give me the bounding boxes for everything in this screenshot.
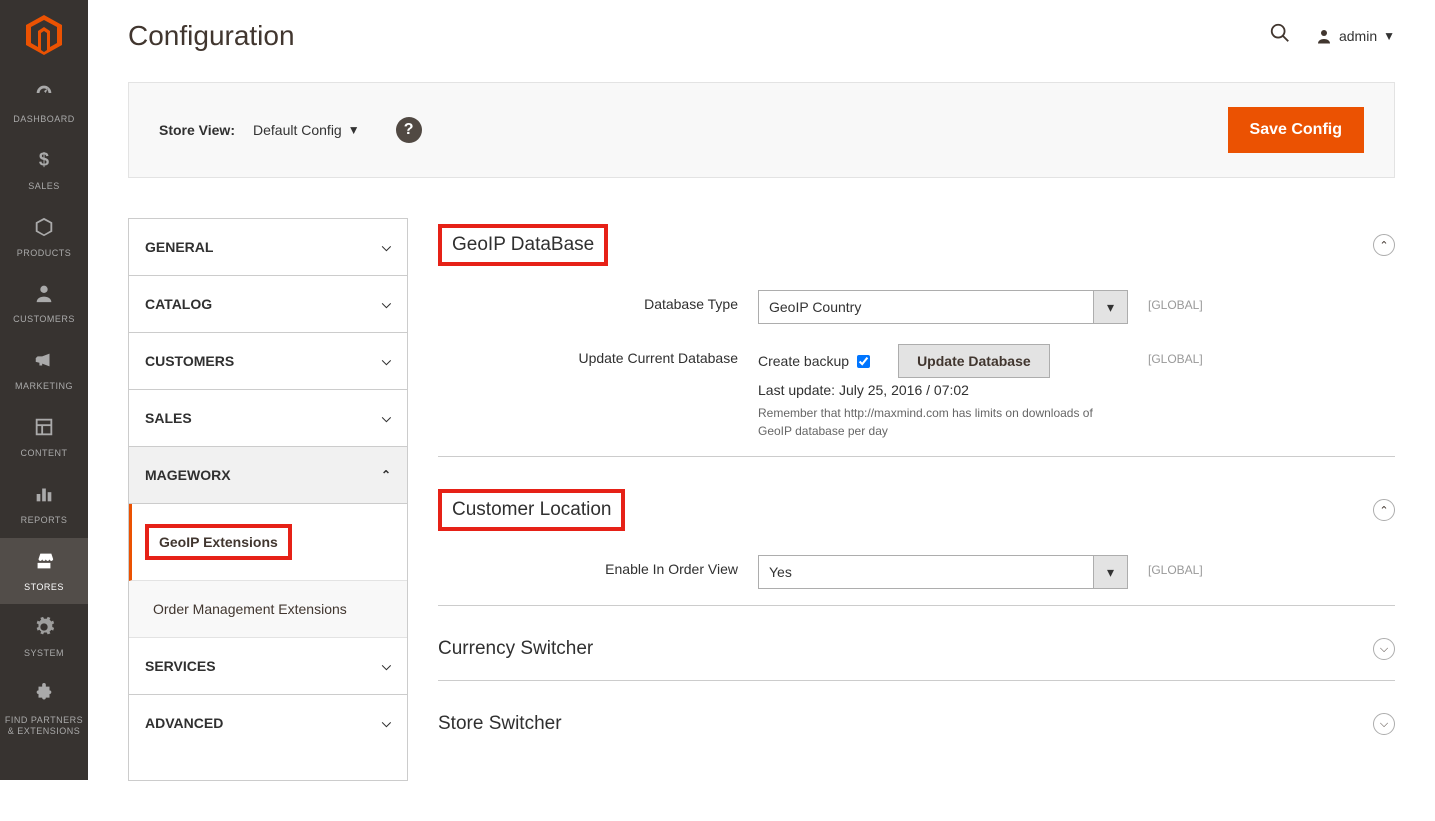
checkbox-create-backup[interactable]: [857, 355, 870, 368]
chevron-down-icon: ⌵: [382, 354, 391, 369]
sidebar-item-system[interactable]: SYSTEM: [0, 604, 88, 671]
chevron-down-icon: ⌵: [382, 716, 391, 731]
select-enable-order[interactable]: Yes ▾: [758, 555, 1128, 589]
store-view-value: Default Config: [253, 122, 342, 138]
scope-global: [GLOBAL]: [1148, 344, 1203, 366]
sidebar-item-content[interactable]: CONTENT: [0, 404, 88, 471]
section-store-switcher: Store Switcher ⌵: [438, 707, 1395, 755]
chevron-down-icon: ▼: [348, 123, 360, 137]
sidebar-item-marketing[interactable]: MARKETING: [0, 337, 88, 404]
nav-customers[interactable]: CUSTOMERS⌵: [129, 333, 407, 390]
expand-icon: ⌵: [1373, 638, 1395, 660]
sidebar-item-stores[interactable]: STORES: [0, 538, 88, 605]
nav-order-mgmt[interactable]: Order Management Extensions: [129, 581, 407, 638]
section-geoip-database: GeoIP DataBase ⌃ Database Type GeoIP Cou…: [438, 218, 1395, 457]
nav-geoip-extensions[interactable]: GeoIP Extensions: [129, 504, 407, 581]
person-icon: [33, 282, 55, 310]
store-view-label: Store View:: [159, 122, 235, 138]
expand-icon: ⌵: [1373, 713, 1395, 735]
sidebar-item-customers[interactable]: CUSTOMERS: [0, 270, 88, 337]
dashboard-icon: [33, 82, 55, 110]
label-backup: Create backup: [758, 353, 849, 369]
last-update-text: Last update: July 25, 2016 / 07:02: [758, 382, 1128, 398]
config-nav: GENERAL⌵ CATALOG⌵ CUSTOMERS⌵ SALES⌵ MAGE…: [128, 218, 408, 781]
chevron-down-icon: ▼: [1383, 29, 1395, 43]
config-content: GeoIP DataBase ⌃ Database Type GeoIP Cou…: [438, 218, 1395, 781]
collapse-icon: ⌃: [1373, 499, 1395, 521]
section-customer-location: Customer Location ⌃ Enable In Order View…: [438, 483, 1395, 606]
admin-username: admin: [1339, 28, 1377, 44]
sidebar-item-partners[interactable]: FIND PARTNERS & EXTENSIONS: [0, 671, 88, 749]
section-header-geoip[interactable]: GeoIP DataBase ⌃: [438, 218, 1395, 280]
main-content: Configuration admin ▼ Store View: Defaul…: [88, 0, 1435, 821]
sidebar-item-sales[interactable]: $ SALES: [0, 137, 88, 204]
user-icon: [1315, 27, 1333, 45]
chevron-down-icon: ▾: [1093, 291, 1127, 323]
label-db-type: Database Type: [438, 290, 738, 312]
section-header-store[interactable]: Store Switcher ⌵: [438, 707, 1395, 749]
label-enable-order: Enable In Order View: [438, 555, 738, 577]
section-title-store: Store Switcher: [438, 713, 562, 735]
section-title-customer-loc: Customer Location: [438, 489, 625, 531]
page-header: Configuration admin ▼: [128, 0, 1395, 82]
sidebar-item-dashboard[interactable]: DASHBOARD: [0, 70, 88, 137]
magento-logo[interactable]: [0, 0, 88, 70]
svg-text:$: $: [39, 149, 49, 170]
admin-sidebar: DASHBOARD $ SALES PRODUCTS CUSTOMERS MAR…: [0, 0, 88, 780]
section-title-geoip: GeoIP DataBase: [438, 224, 608, 266]
field-database-type: Database Type GeoIP Country ▾ [GLOBAL]: [438, 280, 1395, 334]
note-text: Remember that http://maxmind.com has lim…: [758, 404, 1128, 440]
section-header-currency[interactable]: Currency Switcher ⌵: [438, 632, 1395, 674]
select-db-type[interactable]: GeoIP Country ▾: [758, 290, 1128, 324]
chevron-down-icon: ⌵: [382, 297, 391, 312]
collapse-icon: ⌃: [1373, 234, 1395, 256]
sidebar-item-products[interactable]: PRODUCTS: [0, 204, 88, 271]
update-database-button[interactable]: Update Database: [898, 344, 1050, 378]
page-title: Configuration: [128, 20, 295, 52]
store-icon: [33, 550, 55, 578]
section-currency-switcher: Currency Switcher ⌵: [438, 632, 1395, 681]
puzzle-icon: [33, 683, 55, 711]
chevron-up-icon: ⌃: [381, 468, 391, 482]
section-title-currency: Currency Switcher: [438, 638, 593, 660]
nav-mageworx[interactable]: MAGEWORX⌃: [129, 447, 407, 504]
nav-advanced[interactable]: ADVANCED⌵: [129, 695, 407, 751]
chevron-down-icon: ⌵: [382, 240, 391, 255]
save-config-button[interactable]: Save Config: [1228, 107, 1364, 153]
nav-catalog[interactable]: CATALOG⌵: [129, 276, 407, 333]
box-icon: [33, 216, 55, 244]
store-view-select[interactable]: Default Config ▼: [253, 122, 360, 138]
chevron-down-icon: ▾: [1093, 556, 1127, 588]
scope-global: [GLOBAL]: [1148, 290, 1203, 312]
help-icon[interactable]: ?: [396, 117, 422, 143]
header-actions: admin ▼: [1269, 22, 1395, 50]
nav-sales[interactable]: SALES⌵: [129, 390, 407, 447]
label-update-db: Update Current Database: [438, 344, 738, 366]
dollar-icon: $: [33, 149, 55, 177]
admin-user-menu[interactable]: admin ▼: [1315, 27, 1395, 45]
chart-icon: [33, 483, 55, 511]
chevron-down-icon: ⌵: [382, 411, 391, 426]
megaphone-icon: [33, 349, 55, 377]
nav-general[interactable]: GENERAL⌵: [129, 219, 407, 276]
field-enable-order-view: Enable In Order View Yes ▾ [GLOBAL]: [438, 545, 1395, 599]
sidebar-item-reports[interactable]: REPORTS: [0, 471, 88, 538]
layout-icon: [33, 416, 55, 444]
gear-icon: [33, 616, 55, 644]
scope-global: [GLOBAL]: [1148, 555, 1203, 577]
nav-services[interactable]: SERVICES⌵: [129, 638, 407, 695]
chevron-down-icon: ⌵: [382, 659, 391, 674]
store-view-bar: Store View: Default Config ▼ ? Save Conf…: [128, 82, 1395, 178]
field-update-database: Update Current Database Create backup Up…: [438, 334, 1395, 450]
section-header-customer-loc[interactable]: Customer Location ⌃: [438, 483, 1395, 545]
search-icon[interactable]: [1269, 22, 1291, 50]
